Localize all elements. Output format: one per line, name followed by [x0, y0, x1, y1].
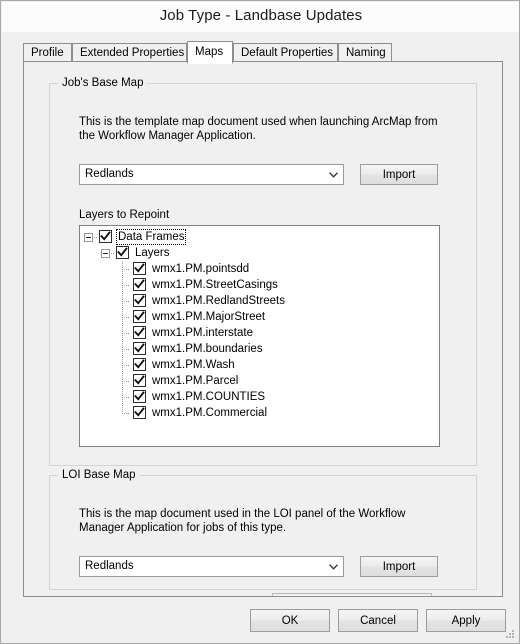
tree-guide-line [122, 317, 130, 318]
apply-button-label: Apply [451, 614, 481, 627]
chevron-down-icon[interactable] [324, 557, 343, 576]
tree-item-label: wmx1.PM.MajorStreet [152, 311, 266, 323]
tree-item-checkbox[interactable] [116, 246, 129, 259]
tree-item-checkbox[interactable] [133, 310, 146, 323]
tab-default-properties[interactable]: Default Properties [233, 43, 338, 62]
tree-item-label: wmx1.PM.StreetCasings [152, 279, 278, 291]
tab-naming[interactable]: Naming [338, 43, 392, 62]
loi-base-map-combo[interactable]: Redlands [79, 556, 344, 577]
tree-item-checkbox[interactable] [133, 374, 146, 387]
tree-item[interactable]: wmx1.PM.MajorStreet [80, 309, 439, 325]
tree-item-label: wmx1.PM.pointsdd [152, 263, 250, 275]
tree-collapse-icon[interactable] [101, 249, 110, 258]
tree-guide-line [122, 285, 130, 286]
tree-collapse-icon[interactable] [84, 233, 93, 242]
tree-item[interactable]: wmx1.PM.StreetCasings [80, 277, 439, 293]
tab-label: Naming [346, 47, 386, 59]
tree-item[interactable]: wmx1.PM.boundaries [80, 341, 439, 357]
jobs-base-map-description: This is the template map document used w… [79, 116, 438, 142]
tree-guide-line [122, 269, 130, 270]
import-button-label: Import [382, 560, 416, 573]
tree-item-checkbox[interactable] [133, 278, 146, 291]
resize-grip-icon[interactable] [504, 628, 516, 640]
clipped-control [272, 593, 432, 596]
tree-guide-line [122, 413, 130, 414]
loi-base-map-import-button[interactable]: Import [360, 556, 438, 577]
tree-item-label: Layers [135, 247, 170, 259]
tree-item[interactable]: wmx1.PM.Parcel [80, 373, 439, 389]
jobs-base-map-import-button[interactable]: Import [360, 164, 438, 185]
tree-item-label: wmx1.PM.COUNTIES [152, 391, 266, 403]
tree-item-checkbox[interactable] [133, 294, 146, 307]
maps-tab-panel: Job's Base Map This is the template map … [23, 61, 503, 597]
tab-profile[interactable]: Profile [23, 43, 72, 62]
layers-to-repoint-treeview[interactable]: Data Frames Layers wmx1.PM.pointsdd wmx1.PM… [79, 225, 440, 447]
tree-item-label: wmx1.PM.interstate [152, 327, 253, 339]
jobs-base-map-combo-value: Redlands [85, 168, 134, 180]
tree-guide-line [94, 237, 98, 238]
cancel-button[interactable]: Cancel [338, 609, 418, 632]
tree-item[interactable]: wmx1.PM.RedlandStreets [80, 293, 439, 309]
chevron-down-icon[interactable] [324, 165, 343, 184]
tree-item[interactable]: wmx1.PM.Wash [80, 357, 439, 373]
tree-item-label: wmx1.PM.Parcel [152, 375, 239, 387]
tree-item-label: wmx1.PM.Commercial [152, 407, 268, 419]
tree-item-label: wmx1.PM.RedlandStreets [152, 295, 285, 307]
jobs-base-map-group: Job's Base Map This is the template map … [49, 77, 477, 466]
tree-item-label: wmx1.PM.Wash [152, 359, 235, 371]
tree-item-checkbox[interactable] [133, 342, 146, 355]
tree-item[interactable]: Data Frames [80, 229, 439, 245]
tree-guide-line [111, 253, 115, 254]
tree-guide-line [122, 397, 130, 398]
tree-item[interactable]: wmx1.PM.interstate [80, 325, 439, 341]
tab-extended-properties[interactable]: Extended Properties [72, 43, 187, 62]
tree-item[interactable]: wmx1.PM.COUNTIES [80, 389, 439, 405]
layers-to-repoint-label: Layers to Repoint [79, 209, 170, 221]
tree-item-checkbox[interactable] [99, 230, 112, 243]
apply-button[interactable]: Apply [426, 609, 506, 632]
tree-item-checkbox[interactable] [133, 358, 146, 371]
tree-item-label: Data Frames [115, 229, 187, 245]
loi-base-map-group: LOI Base Map This is the map document us… [49, 469, 477, 590]
tree-item-checkbox[interactable] [133, 326, 146, 339]
tab-strip: Profile Extended Properties Maps Default… [23, 41, 503, 64]
tree-guide-line [122, 301, 130, 302]
tab-maps[interactable]: Maps [187, 41, 233, 64]
jobs-base-map-combo[interactable]: Redlands [79, 164, 344, 185]
tree-guide-line [122, 349, 130, 350]
jobs-base-map-legend: Job's Base Map [58, 77, 148, 89]
tab-label: Maps [195, 46, 224, 58]
ok-button[interactable]: OK [250, 609, 330, 632]
tree-item-checkbox[interactable] [133, 262, 146, 275]
tab-label: Default Properties [241, 47, 334, 59]
tab-label: Profile [31, 47, 64, 59]
job-type-dialog: Job Type - Landbase Updates Profile Exte… [0, 0, 520, 644]
tree-guide-line [122, 381, 130, 382]
tab-label: Extended Properties [80, 47, 185, 59]
loi-base-map-description: This is the map document used in the LOI… [79, 508, 406, 534]
tree-guide-line [122, 333, 130, 334]
tree-item-label: wmx1.PM.boundaries [152, 343, 263, 355]
loi-base-map-legend: LOI Base Map [58, 469, 140, 481]
title-bar: Job Type - Landbase Updates [2, 2, 519, 32]
tree-item-checkbox[interactable] [133, 406, 146, 419]
loi-base-map-combo-value: Redlands [85, 560, 134, 572]
tree-item[interactable]: Layers [80, 245, 439, 261]
cancel-button-label: Cancel [360, 614, 396, 627]
tree-item[interactable]: wmx1.PM.pointsdd [80, 261, 439, 277]
tree-guide-line [122, 365, 130, 366]
tree-item-checkbox[interactable] [133, 390, 146, 403]
import-button-label: Import [382, 168, 416, 181]
page-title: Job Type - Landbase Updates [159, 7, 363, 24]
tree-item[interactable]: wmx1.PM.Commercial [80, 405, 439, 421]
ok-button-label: OK [281, 614, 299, 627]
